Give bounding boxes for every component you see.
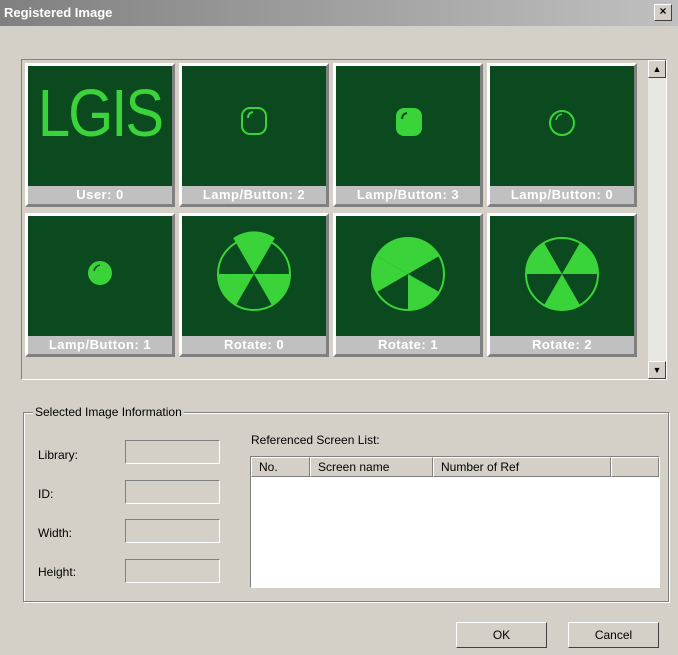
group-legend: Selected Image Information <box>33 405 184 419</box>
image-tile[interactable]: LGIS User: 0 <box>25 63 175 207</box>
scroll-up-button[interactable]: ▲ <box>648 60 666 78</box>
image-tile[interactable]: Rotate: 1 <box>333 213 483 357</box>
tile-caption: Rotate: 2 <box>490 336 634 354</box>
image-tile[interactable]: Lamp/Button: 1 <box>25 213 175 357</box>
id-label: ID: <box>38 487 54 501</box>
referenced-screen-list[interactable]: No. Screen name Number of Ref <box>250 456 660 588</box>
library-field <box>125 440 220 464</box>
scroll-down-button[interactable]: ▼ <box>648 361 666 379</box>
referenced-screen-list-label: Referenced Screen List: <box>251 433 380 447</box>
column-header-screen-name[interactable]: Screen name <box>310 457 433 477</box>
window-title: Registered Image <box>4 5 113 20</box>
tile-caption: Lamp/Button: 3 <box>336 186 480 204</box>
gallery-scrollbar[interactable]: ▲ ▼ <box>648 60 666 379</box>
tile-caption: Rotate: 0 <box>182 336 326 354</box>
image-tile[interactable]: Lamp/Button: 0 <box>487 63 637 207</box>
title-bar: Registered Image × <box>0 0 678 26</box>
tile-caption: Rotate: 1 <box>336 336 480 354</box>
height-field <box>125 559 220 583</box>
cancel-button[interactable]: Cancel <box>568 622 659 648</box>
image-tile[interactable]: Lamp/Button: 3 <box>333 63 483 207</box>
tile-caption: Lamp/Button: 2 <box>182 186 326 204</box>
tile-caption: Lamp/Button: 0 <box>490 186 634 204</box>
image-tile[interactable]: Lamp/Button: 2 <box>179 63 329 207</box>
column-header-no[interactable]: No. <box>251 457 310 477</box>
width-field <box>125 519 220 543</box>
width-label: Width: <box>38 526 73 540</box>
ok-button[interactable]: OK <box>456 622 547 648</box>
column-header-number-of-ref[interactable]: Number of Ref <box>433 457 611 477</box>
tile-caption: User: 0 <box>28 186 172 204</box>
id-field <box>125 480 220 504</box>
image-gallery[interactable]: LGIS User: 0 Lamp/Button: 2 Lamp/Button:… <box>21 59 667 380</box>
image-tile[interactable]: Rotate: 0 <box>179 213 329 357</box>
lgis-text-image: LGIS <box>37 76 164 151</box>
height-label: Height: <box>38 565 77 579</box>
image-tile[interactable]: Rotate: 2 <box>487 213 637 357</box>
column-header-empty[interactable] <box>611 457 659 477</box>
tile-caption: Lamp/Button: 1 <box>28 336 172 354</box>
library-label: Library: <box>38 448 79 462</box>
close-button[interactable]: × <box>654 4 672 21</box>
